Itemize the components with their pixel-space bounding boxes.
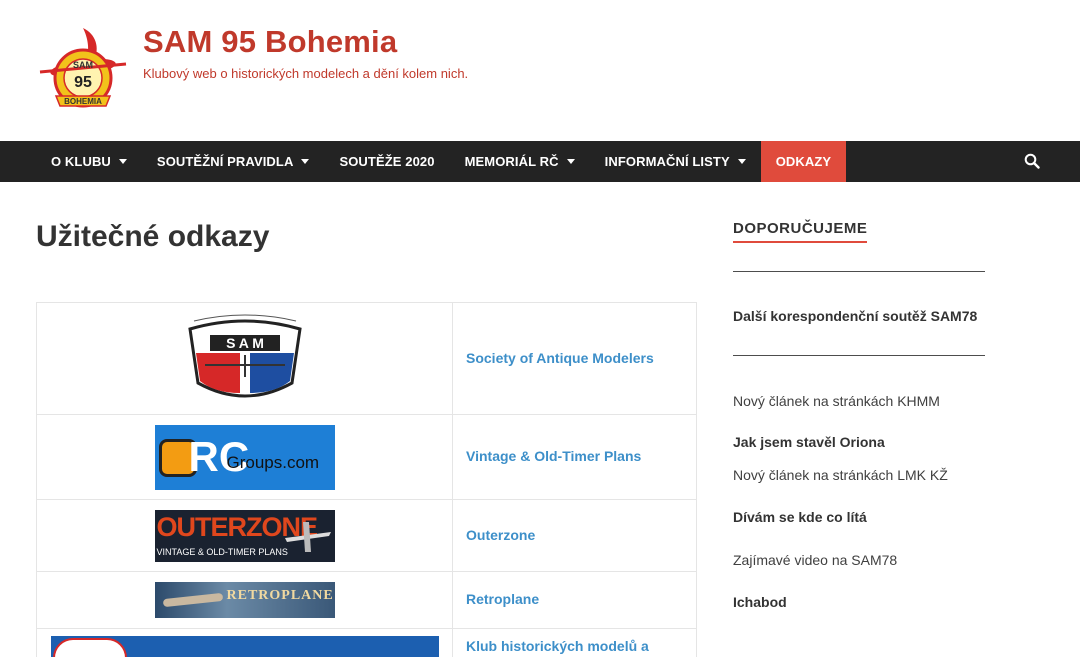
banner-cell: S A M	[36, 302, 453, 415]
chevron-down-icon	[301, 159, 310, 164]
banner-cell: RC Groups.com	[36, 414, 453, 500]
chevron-down-icon	[737, 159, 746, 164]
site-title[interactable]: SAM 95 Bohemia	[143, 24, 397, 60]
nav-item-label: Memoriál RČ	[464, 154, 559, 169]
sidebar-link[interactable]: Dívám se kde co lítá	[733, 509, 867, 525]
table-row: RETROPLANE Retroplane	[36, 571, 697, 629]
sidebar-link[interactable]: Ichabod	[733, 594, 787, 610]
link-outerzone[interactable]: Outerzone	[466, 527, 535, 543]
nav-item-label: Odkazy	[775, 154, 832, 169]
link-cell: Retroplane	[452, 571, 697, 629]
link-cell: Society of Antique Modelers	[452, 302, 697, 415]
banner-cell: OUTERZONE VINTAGE & OLD-TIMER PLANS	[36, 499, 453, 572]
banner-cell: RETROPLANE	[36, 571, 453, 629]
nav-item-memorial-rc[interactable]: Memoriál RČ	[450, 141, 590, 182]
table-row: S A M Society of Antique Modelers	[36, 302, 697, 415]
table-row: OUTERZONE VINTAGE & OLD-TIMER PLANS Oute…	[36, 499, 697, 572]
nav-item-odkazy[interactable]: Odkazy	[760, 141, 847, 182]
link-cell: Vintage & Old-Timer Plans	[452, 414, 697, 500]
svg-text:S A M: S A M	[226, 335, 264, 351]
retroplane-banner[interactable]: RETROPLANE	[154, 582, 335, 618]
link-vintage-old-timer-plans[interactable]: Vintage & Old-Timer Plans	[466, 448, 641, 464]
search-icon[interactable]	[1024, 153, 1040, 169]
link-klub-historickych-modelu[interactable]: Klub historických modelů a	[466, 638, 649, 654]
svg-text:BOHEMIA: BOHEMIA	[64, 97, 102, 106]
khmm-banner[interactable]	[50, 636, 439, 657]
chevron-down-icon	[118, 159, 127, 164]
nav-item-informacni-listy[interactable]: Informační listy	[590, 141, 761, 182]
link-society-of-antique-modelers[interactable]: Society of Antique Modelers	[466, 350, 654, 366]
sidebar-link[interactable]: Jak jsem stavěl Oriona	[733, 434, 885, 450]
svg-text:SAM: SAM	[73, 60, 93, 70]
nav-item-label: Informační listy	[604, 154, 730, 169]
sidebar-link[interactable]: Další korespondenční soutěž SAM78	[733, 308, 977, 324]
nav-item-soutezni-pravidla[interactable]: Soutěžní pravidla	[142, 141, 325, 182]
sidebar-text: Nový článek na stránkách KHMM	[733, 393, 940, 409]
banner-text: Groups.com	[226, 452, 320, 472]
link-cell: Outerzone	[452, 499, 697, 572]
plane-shape	[162, 592, 223, 608]
main-navigation: O klubu Soutěžní pravidla Soutěže 2020 M…	[0, 141, 1080, 182]
site-logo[interactable]: SAM 95 BOHEMIA	[36, 20, 130, 112]
sidebar-separator: ——————————————————	[733, 346, 985, 362]
nav-item-label: O klubu	[51, 154, 111, 169]
sam-society-logo[interactable]: S A M	[180, 313, 310, 405]
site-description: Klubový web o historických modelech a dě…	[143, 66, 469, 81]
sidebar-text: Nový článek na stránkách LMK KŽ	[733, 467, 948, 483]
table-row: RC Groups.com Vintage & Old-Timer Plans	[36, 414, 697, 500]
link-retroplane[interactable]: Retroplane	[466, 591, 539, 607]
nav-item-label: Soutěžní pravidla	[156, 154, 294, 169]
khmm-logo	[52, 638, 127, 657]
chevron-down-icon	[566, 159, 575, 164]
link-cell: Klub historických modelů a	[452, 628, 697, 657]
airplane-icon	[284, 521, 331, 552]
links-table: S A M Society of Antique Modelers RC Gro…	[36, 302, 697, 657]
nav-item-label: Soutěže 2020	[339, 154, 435, 169]
banner-cell	[36, 628, 453, 657]
page-title: Užitečné odkazy	[36, 220, 270, 253]
nav-item-souteze-2020[interactable]: Soutěže 2020	[324, 141, 449, 182]
table-row: Klub historických modelů a	[36, 628, 697, 657]
nav-item-o-klubu[interactable]: O klubu	[36, 141, 142, 182]
outerzone-banner[interactable]: OUTERZONE VINTAGE & OLD-TIMER PLANS	[154, 509, 335, 562]
sidebar-text: Zajímavé video na SAM78	[733, 552, 898, 568]
rcgroups-banner[interactable]: RC Groups.com	[154, 424, 335, 490]
sidebar-separator: ——————————————————	[733, 262, 985, 278]
site-header: SAM 95 BOHEMIA SAM 95 Bohemia Klubový we…	[0, 0, 1080, 141]
svg-text:95: 95	[74, 74, 92, 91]
banner-subtext: VINTAGE & OLD-TIMER PLANS	[156, 546, 288, 557]
banner-text: RETROPLANE	[226, 588, 334, 603]
sidebar-widget-title: Doporučujeme	[733, 220, 868, 243]
